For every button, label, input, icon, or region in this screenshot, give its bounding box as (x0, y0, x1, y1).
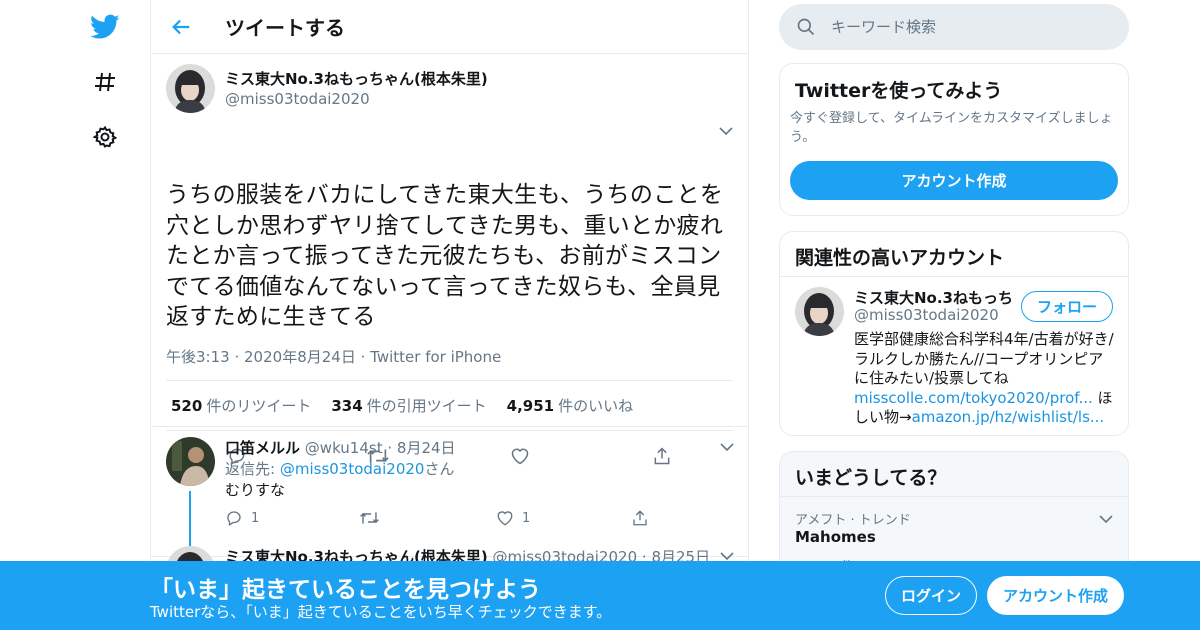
chevron-down-icon[interactable] (1096, 509, 1116, 529)
retweets-label: 件のリツイート (206, 397, 312, 415)
reply-author-handle[interactable]: @wku14st (305, 439, 383, 457)
trend-name[interactable]: Mahomes (795, 528, 876, 546)
trend-category: アメフト · トレンド (795, 513, 911, 528)
chevron-down-icon[interactable] (716, 121, 736, 141)
reply-like-count: 1 (522, 510, 531, 526)
likes-count: 4,951 (506, 397, 555, 415)
likes-label: 件のいいね (558, 397, 634, 415)
related-account-handle[interactable]: @miss03todai2020 (854, 306, 999, 324)
bottom-banner: 「いま」起きていることを見つけよう Twitterなら、「いま」起きていることを… (0, 561, 1200, 630)
reply-count: 1 (251, 510, 260, 526)
tweet-author[interactable]: ミス東大No.3ねもっちゃん(根本朱里) @miss03todai2020 (225, 68, 488, 108)
retweet-icon (360, 512, 379, 524)
separator: · (234, 348, 245, 366)
retweets-count: 520 (171, 397, 203, 415)
avatar[interactable] (795, 287, 844, 336)
signup-button[interactable]: アカウント作成 (987, 576, 1124, 615)
related-card-header: 関連性の高いアカウント (780, 232, 1128, 277)
create-account-button[interactable]: アカウント作成 (790, 161, 1118, 200)
reply-retweet-button[interactable] (359, 508, 380, 528)
reply-to: 返信先: @miss03todai2020さん (225, 458, 454, 479)
banner-subtitle: Twitterなら、「いま」起きていることをいち早くチェックできます。 (150, 603, 612, 621)
tweet-time[interactable]: 午後3:13 (166, 348, 230, 366)
reply-header: 口笛メルル @wku14st · 8月24日 (225, 437, 456, 458)
search-icon (781, 4, 831, 50)
explore-hashtag-icon[interactable] (88, 65, 122, 99)
signup-card-desc: 今すぐ登録して、タイムラインをカスタマイズしましょう。 (790, 111, 1113, 145)
retweets-stat[interactable]: 520 件のリツイート (171, 395, 311, 416)
reply-to-suffix: さん (424, 460, 455, 478)
top-bar: ツイートする (151, 0, 748, 54)
related-account-bio: 医学部健康総合科学科4年/古着が好き/ラルクしか勝たん//コープオリンピアに住み… (854, 330, 1116, 428)
reply-date[interactable]: 8月24日 (397, 439, 456, 457)
reply-text: むりすな (225, 481, 286, 499)
search-box (779, 4, 1129, 50)
tweet-date[interactable]: 2020年8月24日 (244, 348, 356, 366)
reply-icon (227, 511, 241, 526)
share-icon (633, 510, 647, 526)
reply-to-label: 返信先: (225, 460, 276, 478)
tweet-meta: 午後3:13 · 2020年8月24日 · Twitter for iPhone (166, 346, 501, 367)
tweet-text: うちの服装をバカにしてきた東大生も、うちのことを穴としか思わずヤリ捨てしてきた男… (166, 182, 724, 330)
related-accounts-card: 関連性の高いアカウント ミス東大No.3ねもっちゃ... @miss03toda… (779, 231, 1129, 436)
like-heart-icon (497, 511, 513, 526)
signup-card-title: Twitterを使ってみよう (795, 80, 1003, 102)
reply-tweet[interactable]: 口笛メルル @wku14st · 8月24日 返信先: @miss03todai… (151, 427, 748, 557)
main-tweet: ミス東大No.3ねもっちゃん(根本朱里) @miss03todai2020 うち… (151, 54, 748, 465)
quotes-label: 件の引用ツイート (366, 397, 487, 415)
avatar[interactable] (166, 64, 215, 113)
back-arrow-icon[interactable] (151, 0, 211, 54)
tweet-source[interactable]: Twitter for iPhone (370, 348, 501, 366)
signup-card: Twitterを使ってみよう 今すぐ登録して、タイムラインをカスタマイズしましょ… (779, 63, 1129, 216)
bio-text: 医学部健康総合科学科4年/古着が好き/ラルクしか勝たん//コープオリンピアに住み… (854, 330, 1114, 387)
follow-button[interactable]: フォロー (1021, 291, 1113, 322)
reply-author-name[interactable]: 口笛メルル (225, 439, 300, 457)
separator: · (387, 439, 397, 457)
trends-card-header: いまどうしてる？ (780, 452, 1128, 497)
quotes-stat[interactable]: 334 件の引用ツイート (331, 395, 486, 416)
separator: · (360, 348, 371, 366)
tweet-stats: 520 件のリツイート 334 件の引用ツイート 4,951 件のいいね (166, 380, 733, 431)
banner-title: 「いま」起きていることを見つけよう (150, 577, 541, 603)
related-account-name[interactable]: ミス東大No.3ねもっちゃ... (854, 287, 1014, 308)
likes-stat[interactable]: 4,951 件のいいね (507, 395, 633, 416)
chevron-down-icon[interactable] (717, 437, 737, 457)
bio-link-amazon[interactable]: amazon.jp/hz/wishlist/ls... (912, 408, 1105, 426)
quotes-count: 334 (331, 397, 363, 415)
settings-gear-icon[interactable] (88, 120, 122, 154)
reply-to-handle-link[interactable]: @miss03todai2020 (280, 460, 425, 478)
page-title: ツイートする (225, 16, 345, 40)
author-name[interactable]: ミス東大No.3ねもっちゃん(根本朱里) (225, 68, 488, 89)
related-card-title: 関連性の高いアカウント (795, 247, 1005, 269)
search-input[interactable] (831, 18, 1111, 36)
reply-like-button[interactable]: 1 (496, 508, 530, 528)
bio-link-misscolle[interactable]: misscolle.com/tokyo2020/prof... (854, 389, 1093, 407)
login-button[interactable]: ログイン (885, 576, 977, 615)
reply-share-button[interactable] (631, 508, 649, 528)
reply-reply-button[interactable]: 1 (225, 508, 259, 528)
avatar[interactable] (166, 437, 215, 486)
author-handle[interactable]: @miss03todai2020 (225, 90, 488, 108)
page: ツイートする ミス東大No.3ねもっちゃん(根本朱里) @miss03todai… (0, 0, 1200, 630)
twitter-bird-icon[interactable] (88, 10, 122, 44)
main-column: ツイートする ミス東大No.3ねもっちゃん(根本朱里) @miss03todai… (150, 0, 749, 630)
left-nav (0, 0, 150, 630)
trends-card-title: いまどうしてる？ (795, 467, 947, 489)
